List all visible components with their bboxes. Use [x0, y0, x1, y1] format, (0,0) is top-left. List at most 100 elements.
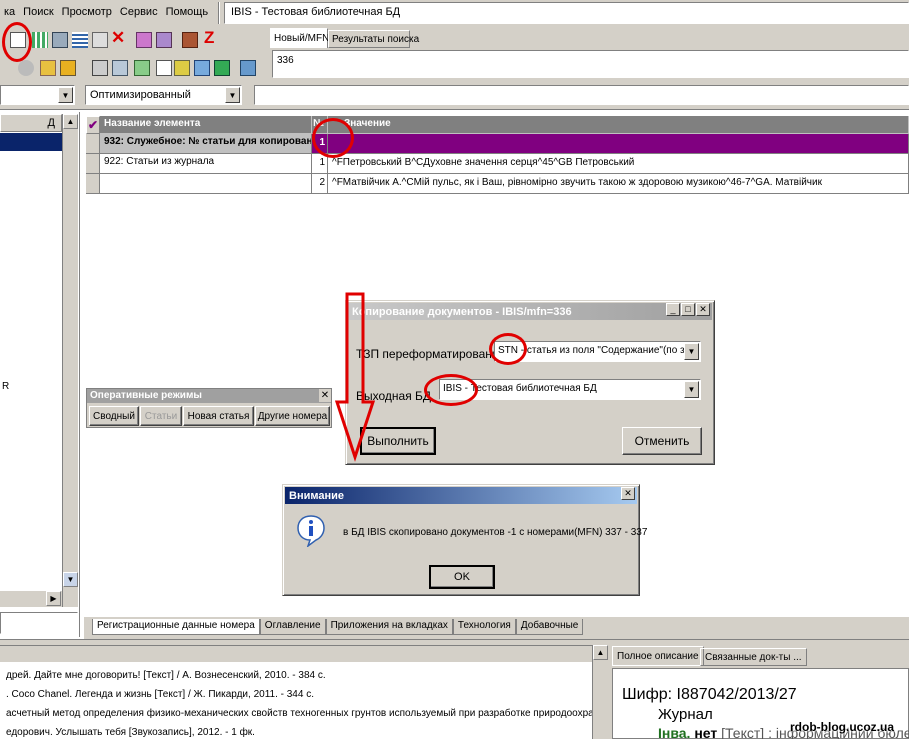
printer-icon[interactable] [92, 60, 108, 76]
grid-row-name[interactable]: 922: Статьи из журнала [100, 154, 312, 174]
grid-header-value: Значение [328, 116, 909, 134]
summary-button[interactable]: Сводный [89, 406, 139, 426]
close-icon[interactable]: ✕ [696, 303, 710, 316]
grid-row-value[interactable] [328, 134, 909, 154]
tab-full-description[interactable]: Полное описание [612, 646, 704, 666]
results-list: дрей. Дайте мне договорить! [Текст] / А.… [0, 645, 592, 739]
db-title: IBIS - Тестовая библиотечная БД [231, 6, 401, 18]
grid-row-name[interactable] [100, 174, 312, 194]
maximize-icon[interactable]: □ [681, 303, 695, 316]
books-icon[interactable] [182, 32, 198, 48]
grid-icon[interactable] [32, 32, 48, 48]
fields-icon[interactable] [112, 60, 128, 76]
export-icon[interactable] [156, 32, 172, 48]
results-list-header [0, 646, 592, 662]
chart-icon[interactable] [194, 60, 210, 76]
scroll-right-button[interactable]: ▶ [46, 591, 61, 606]
grid-row-num[interactable]: 2 [312, 174, 328, 194]
annotation-circle-grid [312, 118, 354, 158]
copy-icon[interactable] [52, 32, 68, 48]
grid-row-indicator [86, 154, 100, 174]
ok-button[interactable]: OK [429, 565, 495, 589]
tab-technology[interactable]: Технология [452, 619, 516, 635]
scroll-up-button[interactable]: ▲ [63, 114, 78, 129]
alert-message: в БД IBIS скопировано документов -1 с но… [343, 527, 648, 538]
delete-icon[interactable]: ✕ [111, 29, 127, 46]
mfn-input[interactable]: 336 [272, 50, 909, 78]
other-issues-button[interactable]: Другие номера [255, 406, 330, 426]
list-item[interactable]: асчетный метод определения физико-механи… [0, 704, 592, 723]
copy-dialog-titlebar: Копирование документов - IBIS/mfn=336 [348, 303, 712, 320]
menu-item-file[interactable]: ка [4, 6, 15, 18]
filter-icon[interactable] [240, 60, 256, 76]
menu-item-search[interactable]: Поиск [23, 6, 53, 18]
tab-additional[interactable]: Добавочные [515, 619, 584, 635]
list-item[interactable]: . Coco Chanel. Легенда и жизнь [Текст] /… [0, 685, 592, 704]
minimize-icon[interactable]: _ [666, 303, 680, 316]
pages-icon[interactable] [156, 60, 172, 76]
inv-label: Інва. [658, 725, 691, 739]
chevron-down-icon[interactable]: ▼ [684, 343, 699, 360]
cancel-button[interactable]: Отменить [622, 427, 702, 455]
tools-icon[interactable] [174, 60, 190, 76]
mode-input[interactable] [254, 85, 909, 105]
list-item[interactable]: дрей. Дайте мне договорить! [Текст] / А.… [0, 666, 592, 685]
alert-titlebar: Внимание [285, 487, 637, 504]
chevron-down-icon[interactable]: ▼ [225, 87, 240, 103]
db-title-field: IBIS - Тестовая библиотечная БД [224, 2, 909, 24]
mode-select[interactable]: Оптимизированный ▼ [85, 85, 242, 105]
left-scrollbar[interactable]: ▲ ▼ [62, 114, 78, 607]
grid-row-value[interactable]: ^FМатвійчик А.^CМій пульс, як і Ваш, рів… [328, 174, 909, 194]
alert-dialog: Внимание ✕ в БД IBIS скопировано докумен… [282, 484, 647, 596]
watermark: rdob-blog.ucoz.ua [790, 720, 894, 734]
inv-value: нет [694, 725, 718, 739]
chevron-down-icon[interactable]: ▼ [58, 87, 73, 103]
articles-button[interactable]: Статьи [140, 406, 182, 426]
scroll-down-button[interactable]: ▼ [63, 572, 78, 587]
scroll-up-button[interactable]: ▲ [593, 645, 608, 660]
link-icon[interactable] [18, 60, 34, 76]
tab-registration-data[interactable]: Регистрационные данные номера [92, 619, 260, 635]
copy-dialog-title: Копирование документов - IBIS/mfn=336 [352, 305, 572, 318]
close-icon[interactable]: ✕ [621, 487, 635, 500]
tab-search-results[interactable]: Результаты поиска [328, 30, 419, 48]
left-hscrollbar[interactable]: ▶ [0, 591, 62, 607]
new-article-button[interactable]: Новая статья [183, 406, 254, 426]
grid-row-value[interactable]: ^FПетровський В^CДуховне значення серця^… [328, 154, 909, 174]
tab-contents[interactable]: Оглавление [259, 619, 326, 635]
tab-attachments[interactable]: Приложения на вкладках [325, 619, 453, 635]
copy-dialog: Копирование документов - IBIS/mfn=336 _ … [345, 300, 715, 465]
menu-item-service[interactable]: Сервис [120, 6, 158, 18]
results-scrollbar[interactable]: ▲ [592, 645, 608, 739]
left-panel-footer [0, 612, 78, 634]
edit-icon[interactable] [92, 32, 108, 48]
left-panel-item[interactable]: R [2, 381, 9, 392]
annotation-circle-reformat [489, 333, 527, 365]
grid-row-name[interactable]: 932: Служебное: № статьи для копирования [100, 134, 312, 154]
tab-new-mfn[interactable]: Новый/MFN [270, 28, 329, 48]
list-item[interactable]: едорович. Услышать тебя [Звукозапись], 2… [0, 723, 592, 739]
kind-text: Журнал [658, 706, 713, 723]
menu-item-view[interactable]: Просмотр [62, 6, 112, 18]
menu-item-help[interactable]: Помощь [166, 6, 209, 18]
left-panel-selected-row[interactable] [0, 133, 62, 151]
folder-icon[interactable] [40, 60, 56, 76]
excel-icon[interactable] [214, 60, 230, 76]
save-icon[interactable] [60, 60, 76, 76]
bottom-tabs: Регистрационные данные номера Оглавление… [92, 619, 584, 635]
menu-separator [218, 2, 220, 24]
output-db-select[interactable]: IBIS - Тестовая библиотечная БД ▼ [439, 379, 701, 400]
transfer-icon[interactable] [134, 60, 150, 76]
grid-header-name: Название элемента [100, 116, 312, 134]
annotation-circle-toolbar [2, 22, 32, 62]
grid-corner: ✔ [86, 116, 100, 134]
z3950-icon[interactable]: Z [204, 29, 220, 47]
grid-row-indicator [86, 134, 100, 154]
list-icon[interactable] [72, 32, 88, 48]
chevron-down-icon[interactable]: ▼ [684, 381, 699, 398]
close-icon[interactable]: ✕ [319, 389, 331, 402]
tab-linked-docs[interactable]: Связанные док-ты ... [700, 648, 807, 666]
annotation-arrow-icon [335, 292, 375, 462]
print-icon[interactable] [136, 32, 152, 48]
left-combo[interactable]: ▼ [0, 85, 75, 105]
